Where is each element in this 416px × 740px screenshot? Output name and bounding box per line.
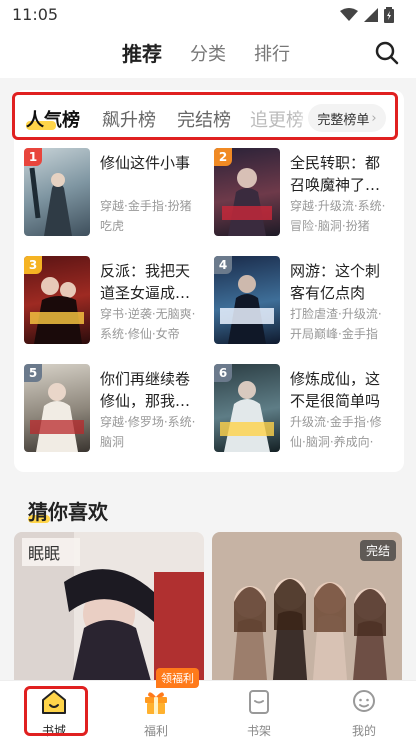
- rank-badge: 1: [24, 148, 42, 166]
- ranked-book-1[interactable]: 1 修仙这件小事 穿越·金手指·扮猪吃虎: [24, 148, 204, 242]
- book-cover: 6: [214, 364, 280, 452]
- signal-icon: [364, 8, 378, 22]
- home-icon: [42, 690, 66, 714]
- book-tags: 穿越·金手指·扮猪吃虎: [100, 199, 192, 233]
- welfare-badge: 领福利: [156, 668, 199, 688]
- guess-section-title: 猜你喜欢: [28, 496, 108, 525]
- book-cover: 2: [214, 148, 280, 236]
- book-tags: 穿越·修罗场·系统·脑洞: [100, 415, 196, 449]
- book-tags: 穿越·升级流·系统·冒险·脑洞·扮猪: [290, 199, 386, 233]
- bottom-nav-bookshelf[interactable]: 书架: [229, 687, 289, 739]
- chevron-right-icon: ›: [371, 110, 377, 126]
- rank-tab-following[interactable]: 追更榜: [250, 106, 312, 132]
- bottom-nav: 书城 福利 书架 我的: [0, 680, 416, 740]
- rank-badge: 5: [24, 364, 42, 382]
- recommend-card-2[interactable]: 完结: [212, 532, 402, 692]
- profile-icon: [353, 690, 375, 712]
- recommend-cover-text: 眠眠: [28, 544, 61, 563]
- bookshelf-icon: [249, 690, 269, 714]
- status-icons: [340, 7, 394, 23]
- rank-badge: 4: [214, 256, 232, 274]
- book-tags: 穿书·逆袭·无脑爽·系统·修仙·女帝: [100, 307, 196, 341]
- book-cover: 3: [24, 256, 90, 344]
- rank-tab-rising[interactable]: 飙升榜: [102, 106, 156, 132]
- ranked-book-3[interactable]: 3 反派：我把天道圣女逼成… 穿书·逆袭·无脑爽·系统·修仙·女帝: [24, 256, 204, 350]
- rank-tab-completed[interactable]: 完结榜: [177, 106, 231, 132]
- ranking-tabs: 人气榜 飙升榜 完结榜 追更榜 完整榜单 ›: [14, 90, 404, 146]
- tab-recommend[interactable]: 推荐: [122, 38, 162, 67]
- ranked-book-6[interactable]: 6 修炼成仙，这不是很简单吗 升级流·金手指·修仙·脑洞·养成向·: [214, 364, 394, 458]
- wifi-icon: [340, 8, 358, 21]
- top-nav: 推荐 分类 排行: [0, 30, 416, 78]
- book-tags: 升级流·金手指·修仙·脑洞·养成向·: [290, 415, 382, 449]
- battery-icon: [384, 7, 394, 23]
- book-title: 修炼成仙，这不是很简单吗: [290, 370, 381, 410]
- tab-category[interactable]: 分类: [190, 40, 226, 66]
- book-title: 全民转职：都召唤魔神了…: [290, 154, 381, 194]
- completed-badge: 完结: [359, 540, 396, 561]
- rank-badge: 3: [24, 256, 42, 274]
- book-title: 反派：我把天道圣女逼成…: [100, 262, 191, 302]
- ranked-book-5[interactable]: 5 你们再继续卷修仙，那我… 穿越·修罗场·系统·脑洞: [24, 364, 204, 458]
- rank-tab-popular[interactable]: 人气榜: [26, 106, 80, 132]
- status-bar: 11:05: [0, 0, 416, 30]
- book-cover: 5: [24, 364, 90, 452]
- ranked-book-2[interactable]: 2 全民转职：都召唤魔神了… 穿越·升级流·系统·冒险·脑洞·扮猪: [214, 148, 394, 242]
- bottom-nav-welfare-label: 福利: [143, 724, 168, 738]
- book-title: 网游：这个刺客有亿点肉: [290, 262, 381, 302]
- bottom-nav-profile[interactable]: 我的: [334, 687, 394, 739]
- book-tags: 打脸虐渣·升级流·开局巅峰·金手指: [290, 307, 382, 341]
- bottom-nav-profile-label: 我的: [351, 724, 376, 738]
- bottom-nav-bookshelf-label: 书架: [246, 724, 271, 738]
- book-title: 你们再继续卷修仙，那我…: [100, 370, 191, 410]
- rank-badge: 6: [214, 364, 232, 382]
- ranked-book-4[interactable]: 4 网游：这个刺客有亿点肉 打脸虐渣·升级流·开局巅峰·金手指: [214, 256, 394, 350]
- guess-title-label: 猜你喜欢: [28, 500, 108, 524]
- full-list-button[interactable]: 完整榜单 ›: [308, 104, 386, 132]
- tab-ranking[interactable]: 排行: [254, 40, 290, 66]
- rank-badge: 2: [214, 148, 232, 166]
- book-title: 修仙这件小事: [100, 154, 191, 172]
- bottom-nav-welfare[interactable]: 福利: [126, 687, 186, 739]
- book-cover: 1: [24, 148, 90, 236]
- search-icon[interactable]: [374, 40, 400, 66]
- bottom-nav-bookstore[interactable]: 书城: [24, 687, 84, 739]
- book-cover: 4: [214, 256, 280, 344]
- gift-icon: [145, 692, 167, 714]
- rank-tab-popular-label: 人气榜: [26, 110, 80, 131]
- ranking-card: 人气榜 飙升榜 完结榜 追更榜 完整榜单 › 1 修仙这件小事 穿越·金手指·扮…: [14, 90, 404, 472]
- full-list-label: 完整榜单: [317, 112, 370, 128]
- bottom-nav-bookstore-label: 书城: [41, 724, 66, 738]
- status-time: 11:05: [12, 5, 59, 24]
